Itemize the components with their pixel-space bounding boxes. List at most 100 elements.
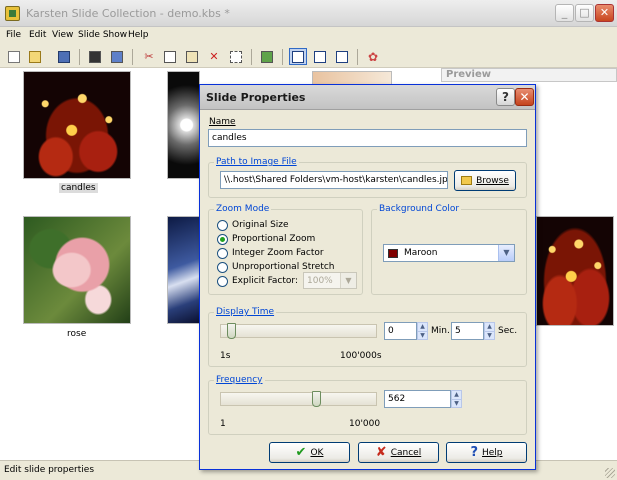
radio-label: Integer Zoom Factor [232,248,324,258]
background-color-select[interactable]: Maroon ▼ [383,244,515,262]
new-icon[interactable] [5,48,23,65]
spin-down-icon[interactable]: ▼ [452,399,461,407]
delete-icon[interactable]: ✕ [205,48,223,65]
frequency-slider[interactable] [220,391,377,407]
dialog-title: Slide Properties [206,91,306,104]
toolbar-separator [79,49,80,65]
toolbar-separator [251,49,252,65]
ok-button[interactable]: ✔ OK [269,442,350,463]
menu-view[interactable]: View [52,30,73,40]
maximize-button[interactable]: □ [575,4,594,22]
minutes-input[interactable]: 0 [384,322,417,340]
name-label: Name [209,117,236,127]
slide-properties-dialog: Slide Properties ? ✕ Name candles Path t… [199,84,536,470]
minimize-button[interactable]: _ [555,4,574,22]
name-input[interactable]: candles [208,129,527,147]
radio-button[interactable] [217,275,228,287]
chevron-down-icon: ▼ [340,273,356,288]
browse-button-label: Browse [476,175,509,186]
menu-bar: File Edit View Slide Show Help [0,27,617,45]
background-color-group-title: Background Color [377,204,462,214]
spin-down-icon[interactable]: ▼ [418,331,427,339]
spin-up-icon[interactable]: ▲ [418,323,427,331]
seconds-unit-label: Sec. [498,326,518,336]
seconds-spinner[interactable]: ▲ ▼ [484,322,495,340]
background-color-group: Background Color Maroon ▼ [371,204,527,295]
slide-thumbnail-candles[interactable] [23,71,131,179]
dialog-title-bar: Slide Properties ? ✕ [200,85,535,110]
cancel-x-icon: ✘ [375,445,387,460]
radio-label: Proportional Zoom [232,234,316,244]
frequency-max-label: 10'000 [349,419,381,429]
image-path-input[interactable]: \\.host\Shared Folders\vm-host\karsten\c… [220,171,448,189]
slider-thumb[interactable] [227,323,236,339]
status-text: Edit slide properties [4,465,95,475]
toolbar-separator [357,49,358,65]
frequency-input[interactable]: 562 [384,390,451,408]
radio-button[interactable] [217,247,228,259]
frequency-group-title: Frequency [214,375,265,385]
frequency-group-label: Frequency [216,375,263,385]
radio-original-size[interactable]: Original Size [217,219,289,231]
seconds-input[interactable]: 5 [451,322,484,340]
cancel-button[interactable]: ✘ Cancel [358,442,439,463]
menu-help[interactable]: Help [128,30,149,40]
main-title-bar: Karsten Slide Collection - demo.kbs * _ … [0,0,617,27]
preview-header: Preview [441,68,617,82]
close-button[interactable]: ✕ [595,4,614,22]
dialog-help-button[interactable]: ? [496,88,515,106]
slider-thumb[interactable] [312,391,321,407]
radio-proportional-zoom[interactable]: Proportional Zoom [217,233,315,245]
display-time-min-label: 1s [220,351,231,361]
display-time-slider[interactable] [220,323,377,339]
copy-icon[interactable] [161,48,179,65]
spin-up-icon[interactable]: ▲ [485,323,494,331]
zoom-mode-group: Zoom Mode Original Size Proportional Zoo… [208,204,363,295]
open-icon[interactable] [26,48,44,65]
menu-slide-show[interactable]: Slide Show [78,30,127,40]
spin-up-icon[interactable]: ▲ [452,391,461,399]
ok-button-label: OK [310,447,324,458]
explicit-factor-value: 100% [307,276,333,286]
properties-icon[interactable] [258,48,276,65]
frequency-spinner[interactable]: ▲ ▼ [451,390,462,408]
spin-down-icon[interactable]: ▼ [485,331,494,339]
radio-label: Explicit Factor: [232,276,298,286]
view-large-icon[interactable] [289,48,307,65]
view-list-icon[interactable] [333,48,351,65]
select-all-icon[interactable] [227,48,245,65]
radio-integer-zoom-factor[interactable]: Integer Zoom Factor [217,247,324,259]
help-button[interactable]: ? Help [446,442,527,463]
minutes-spinner[interactable]: ▲ ▼ [417,322,428,340]
slide-thumbnail[interactable] [167,71,200,179]
slideshow-icon[interactable] [108,48,126,65]
radio-button[interactable] [217,261,228,273]
radio-explicit-factor[interactable]: Explicit Factor: [217,275,298,287]
browse-button[interactable]: Browse [454,170,516,191]
frequency-min-label: 1 [220,419,226,429]
save-icon[interactable] [55,48,73,65]
frequency-group: Frequency 1 10'000 562 ▲ ▼ [208,375,527,435]
fullscreen-icon[interactable] [86,48,104,65]
radio-button[interactable] [217,219,228,231]
display-time-group-title: Display Time [214,307,277,317]
cut-icon[interactable]: ✂ [140,48,158,65]
about-icon[interactable]: ✿ [364,48,382,65]
menu-file[interactable]: File [6,30,21,40]
paste-icon[interactable] [183,48,201,65]
explicit-factor-select[interactable]: 100% ▼ [303,272,357,289]
radio-button-checked[interactable] [217,233,228,245]
dialog-close-button[interactable]: ✕ [515,88,534,106]
display-time-max-label: 100'000s [340,351,382,361]
menu-edit[interactable]: Edit [29,30,46,40]
zoom-mode-group-title: Zoom Mode [214,204,272,214]
help-button-label: Help [482,447,503,458]
view-details-icon[interactable] [311,48,329,65]
app-icon [5,6,20,21]
minutes-unit-label: Min. [431,326,450,336]
slide-thumbnail[interactable] [167,216,200,324]
path-group: Path to Image File \\.host\Shared Folder… [208,157,527,198]
resize-grip[interactable] [605,468,615,478]
slide-thumbnail[interactable] [312,71,392,85]
slide-thumbnail-rose[interactable] [23,216,131,324]
